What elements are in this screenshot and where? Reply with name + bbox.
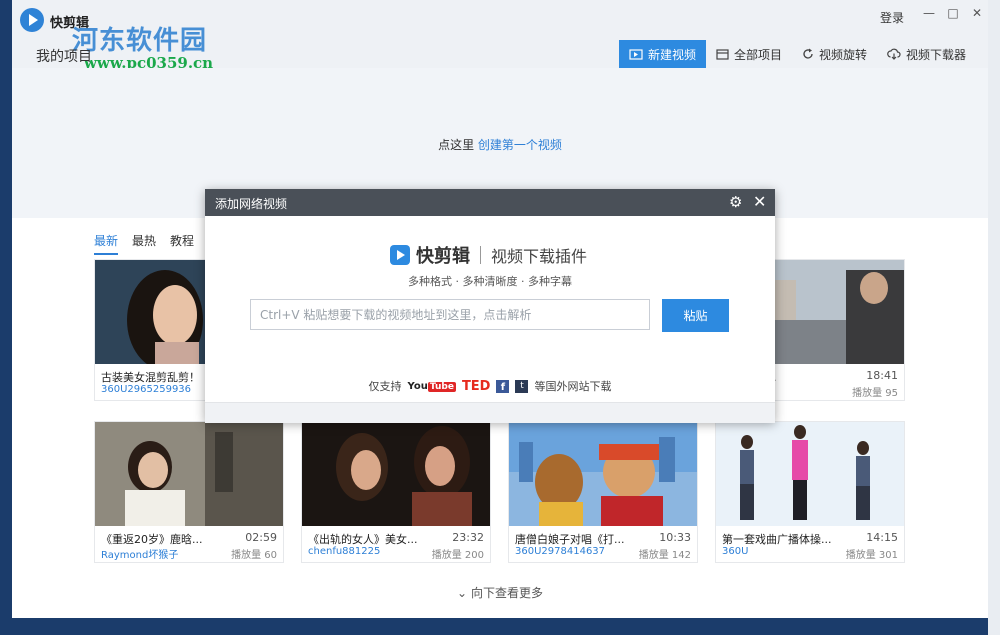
video-play-count: 播放量 142 bbox=[638, 550, 691, 561]
tab-label: 视频旋转 bbox=[818, 47, 867, 62]
video-uploader[interactable]: Raymond坏猴子 bbox=[101, 546, 178, 561]
video-url-input[interactable] bbox=[250, 299, 650, 330]
video-play-count: 播放量 60 bbox=[231, 550, 277, 561]
create-first-video-link[interactable]: 创建第一个视频 bbox=[478, 138, 562, 152]
app-window: 快剪辑 河东软件园 www.pc0359.cn 我的项目 登录 — □ ✕ 新建… bbox=[12, 0, 988, 618]
tab-video-rotate[interactable]: 视频旋转 bbox=[792, 40, 877, 68]
toolbar-tabs: 新建视频 全部项目 视频旋转 视频下载器 bbox=[618, 40, 976, 68]
tab-label: 视频下载器 bbox=[905, 47, 966, 62]
section-title: 我的项目 bbox=[36, 49, 92, 65]
login-link[interactable]: 登录 bbox=[880, 9, 904, 26]
tab-label: 全部项目 bbox=[733, 47, 782, 62]
video-thumbnail bbox=[509, 422, 697, 526]
dialog-footer bbox=[205, 402, 775, 423]
app-logo-icon bbox=[20, 8, 44, 32]
other-site-icon: t bbox=[515, 379, 529, 393]
video-thumbnail bbox=[95, 422, 283, 526]
minimize-button[interactable]: — bbox=[919, 6, 939, 24]
video-thumbnail bbox=[716, 422, 904, 526]
gear-icon[interactable]: ⚙ bbox=[729, 193, 742, 211]
brand-subtitle: 视频下载插件 bbox=[491, 247, 588, 266]
video-duration: 23:32 bbox=[452, 531, 484, 544]
plugin-brand: 快剪辑 视频下载插件 bbox=[390, 242, 587, 268]
youtube-logo-icon: You Tube bbox=[408, 381, 456, 392]
cloud-download-icon bbox=[887, 48, 901, 60]
plugin-tagline: 多种格式 · 多种清晰度 · 多种字幕 bbox=[408, 275, 572, 288]
category-hottest[interactable]: 最热 bbox=[132, 232, 156, 255]
video-title: 唐僧白娘子对唱《打... bbox=[515, 533, 625, 546]
paste-button[interactable]: 粘贴 bbox=[662, 299, 729, 332]
close-icon[interactable]: ✕ bbox=[753, 192, 766, 211]
video-play-count: 播放量 200 bbox=[431, 550, 484, 561]
video-play-count: 播放量 301 bbox=[845, 550, 898, 561]
tab-all-projects[interactable]: 全部项目 bbox=[706, 40, 792, 68]
video-duration: 02:59 bbox=[245, 531, 277, 544]
video-duration: 14:15 bbox=[866, 531, 898, 544]
support-suffix: 等国外网站下载 bbox=[534, 380, 612, 393]
video-add-icon bbox=[629, 49, 643, 60]
load-more-label: 向下查看更多 bbox=[470, 586, 543, 600]
youtube-tube: Tube bbox=[427, 381, 456, 392]
maximize-button[interactable]: □ bbox=[943, 6, 963, 24]
video-card[interactable]: 唐僧白娘子对唱《打... 10:33 360U2978414637 播放量 14… bbox=[508, 421, 698, 563]
create-prompt-prefix: 点这里 bbox=[438, 138, 475, 152]
video-card[interactable]: 《出轨的女人》美女... 23:32 chenfu881225 播放量 200 bbox=[301, 421, 491, 563]
tab-new-video[interactable]: 新建视频 bbox=[618, 40, 706, 68]
video-title: 第一套戏曲广播体操... bbox=[722, 533, 832, 546]
supported-sites: 仅支持 You Tube TED f t 等国外网站下载 bbox=[205, 378, 775, 394]
create-prompt: 点这里 创建第一个视频 bbox=[12, 136, 988, 153]
title-bar: 快剪辑 河东软件园 www.pc0359.cn 我的项目 登录 — □ ✕ 新建… bbox=[12, 0, 988, 72]
brand-divider bbox=[480, 246, 481, 264]
video-thumbnail bbox=[302, 422, 490, 526]
dialog-title: 添加网络视频 bbox=[215, 197, 288, 211]
video-play-count: 播放量 95 bbox=[852, 388, 898, 399]
video-uploader[interactable]: 360U bbox=[722, 546, 748, 557]
dialog-header: 添加网络视频 ⚙ ✕ bbox=[205, 189, 775, 216]
category-tabs: 最新 最热 教程 bbox=[94, 232, 194, 255]
rotate-icon bbox=[803, 48, 813, 59]
video-title: 《出轨的女人》美女... bbox=[308, 533, 418, 546]
ted-logo-icon: TED bbox=[461, 378, 491, 394]
video-card[interactable]: 《重返20岁》鹿晗... 02:59 Raymond坏猴子 播放量 60 bbox=[94, 421, 284, 563]
facebook-icon: f bbox=[496, 379, 510, 393]
video-card[interactable]: 第一套戏曲广播体操... 14:15 360U 播放量 301 bbox=[715, 421, 905, 563]
brand-logo-icon bbox=[390, 245, 410, 265]
close-button[interactable]: ✕ bbox=[967, 6, 987, 24]
video-duration: 10:33 bbox=[659, 531, 691, 544]
load-more[interactable]: ⌄ 向下查看更多 bbox=[12, 584, 988, 601]
watermark-text: 河东软件园 bbox=[72, 26, 208, 56]
category-latest[interactable]: 最新 bbox=[94, 232, 119, 255]
chevron-down-icon: ⌄ bbox=[457, 586, 468, 600]
tab-video-downloader[interactable]: 视频下载器 bbox=[877, 40, 976, 68]
video-uploader[interactable]: 360U2978414637 bbox=[515, 546, 605, 557]
tab-label: 新建视频 bbox=[647, 47, 696, 62]
video-uploader[interactable]: chenfu881225 bbox=[308, 546, 380, 557]
youtube-you: You bbox=[407, 380, 428, 392]
category-tutorial[interactable]: 教程 bbox=[170, 232, 194, 255]
video-title: 《重返20岁》鹿晗... bbox=[101, 533, 203, 546]
support-prefix: 仅支持 bbox=[368, 380, 402, 393]
brand-name: 快剪辑 bbox=[416, 246, 470, 267]
add-online-video-dialog: 添加网络视频 ⚙ ✕ 快剪辑 视频下载插件 多种格式 · 多种清晰度 · 多种字… bbox=[205, 189, 775, 423]
video-duration: 18:41 bbox=[866, 369, 898, 382]
desktop-edge bbox=[988, 0, 1000, 635]
video-uploader[interactable]: 360U2965259936 bbox=[101, 384, 191, 395]
folder-icon bbox=[716, 49, 729, 60]
